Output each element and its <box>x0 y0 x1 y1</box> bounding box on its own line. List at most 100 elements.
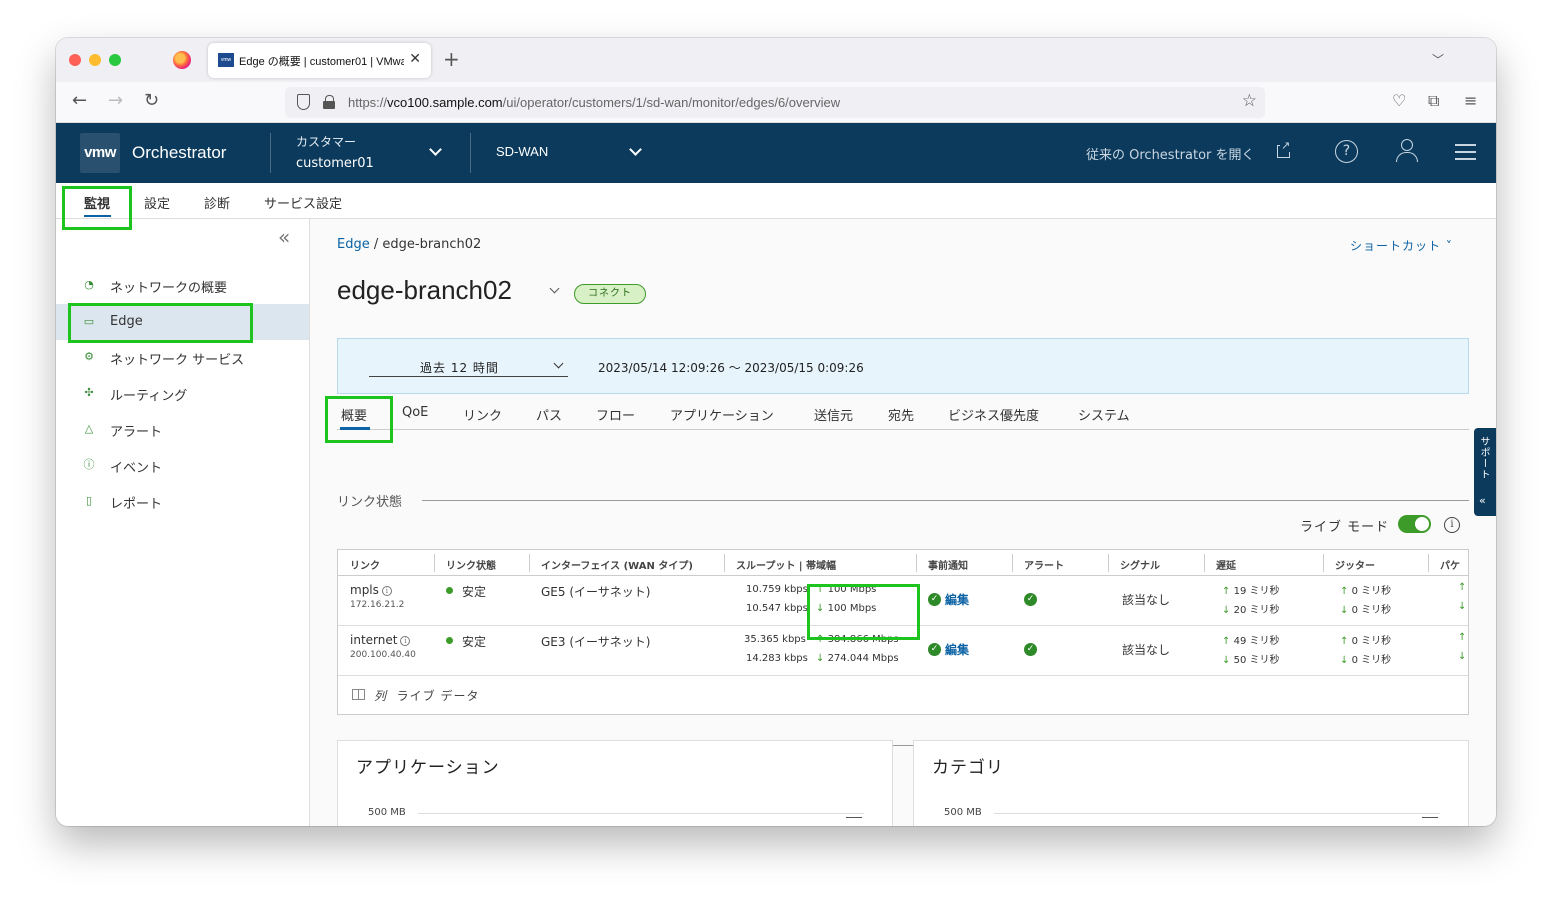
tab-system[interactable]: システム <box>1078 405 1130 424</box>
report-icon: ▯ <box>85 494 93 507</box>
tab-destinations[interactable]: 宛先 <box>888 405 914 424</box>
back-icon[interactable]: ← <box>72 91 87 111</box>
edit-link[interactable]: 編集 <box>945 641 969 658</box>
subnav-configure[interactable]: 設定 <box>144 193 170 212</box>
tab-qoe[interactable]: QoE <box>402 405 428 420</box>
sidebar-item-network-services[interactable]: ⚙ ネットワーク サービス <box>56 339 309 375</box>
product-chevron-down-icon[interactable] <box>629 143 642 156</box>
status-dot-icon <box>446 587 453 594</box>
tab-flows[interactable]: フロー <box>596 405 635 424</box>
jitter-down: ↓ 0 ミリ秒 <box>1340 651 1391 666</box>
column-header-interface[interactable]: インターフェイス (WAN タイプ) <box>541 557 693 572</box>
pocket-icon[interactable]: ♡ <box>1392 91 1406 110</box>
tab-business-priority[interactable]: ビジネス優先度 <box>948 405 1039 424</box>
column-header-packet-loss[interactable]: パケ <box>1440 557 1460 572</box>
card-axis-label: 500 MB <box>368 807 406 818</box>
customer-select[interactable]: customer01 <box>296 156 374 171</box>
grid-header: リンク リンク状態 インターフェイス (WAN タイプ) スループット | 帯域… <box>338 550 1468 576</box>
card-mark <box>1422 817 1438 818</box>
sidebar-item-routing[interactable]: ✣ ルーティング <box>56 375 309 411</box>
arrow-down-icon: ↓ <box>1340 605 1349 616</box>
info-icon[interactable]: i <box>1444 517 1460 533</box>
forward-icon[interactable]: → <box>108 91 123 111</box>
column-header-preemptive[interactable]: 事前通知 <box>928 557 968 572</box>
sub-navigation: 監視 設定 診断 サービス設定 <box>56 183 1496 219</box>
browser-menu-icon[interactable]: ≡ <box>1464 91 1477 110</box>
column-header-link-state[interactable]: リンク状態 <box>446 557 496 572</box>
section-divider <box>422 500 1469 501</box>
check-circle-icon: ✓ <box>928 593 941 606</box>
breadcrumb-current: edge-branch02 <box>382 237 482 252</box>
tab-close-icon[interactable]: ✕ <box>409 51 421 67</box>
status-badge: コネクト <box>574 284 646 304</box>
columns-label[interactable]: 列 <box>374 689 387 703</box>
product-select[interactable]: SD-WAN <box>496 144 548 159</box>
applications-card: アプリケーション 500 MB <box>337 740 893 826</box>
tab-sources[interactable]: 送信元 <box>814 405 853 424</box>
reload-icon[interactable]: ↻ <box>144 91 159 111</box>
browser-window: vmw Edge の概要 | customer01 | VMware ✕ + ﹀… <box>56 38 1496 826</box>
column-header-link[interactable]: リンク <box>350 557 380 572</box>
lock-icon[interactable] <box>323 95 335 109</box>
link-status-title: リンク状態 <box>337 495 403 510</box>
sidebar-item-events[interactable]: ⓘ イベント <box>56 447 309 483</box>
live-mode-toggle[interactable] <box>1398 515 1431 533</box>
browser-tab[interactable]: vmw Edge の概要 | customer01 | VMware ✕ <box>208 43 431 78</box>
sidebar-item-label: ネットワーク サービス <box>110 353 245 368</box>
tab-paths[interactable]: パス <box>536 405 562 424</box>
card-title: アプリケーション <box>356 758 500 778</box>
info-icon[interactable]: i <box>400 636 411 646</box>
info-icon[interactable]: i <box>381 586 392 596</box>
bandwidth-down-text: 274.044 Mbps <box>827 653 899 664</box>
window-minimize-button[interactable] <box>89 54 101 66</box>
sidebar-item-alerts[interactable]: △ アラート <box>56 411 309 447</box>
arrow-up-icon: ↑ <box>1340 586 1349 597</box>
tab-list-chevron-icon[interactable]: ﹀ <box>1432 51 1444 68</box>
url-bar[interactable]: https://vco100.sample.com/ui/operator/cu… <box>285 87 1265 118</box>
hamburger-menu-icon[interactable] <box>1455 144 1476 160</box>
column-header-throughput[interactable]: スループット | 帯域幅 <box>736 557 836 572</box>
column-header-jitter[interactable]: ジッター <box>1335 557 1375 572</box>
columns-icon[interactable] <box>352 689 365 700</box>
live-data-label: ライブ データ <box>396 689 480 703</box>
column-separator <box>1428 554 1429 572</box>
breadcrumb-edge-link[interactable]: Edge <box>337 237 370 252</box>
external-link-icon[interactable] <box>1277 139 1292 158</box>
column-header-alerts[interactable]: アラート <box>1024 557 1064 572</box>
new-tab-icon[interactable]: + <box>443 48 460 70</box>
support-tab[interactable]: サポート « <box>1474 428 1496 516</box>
bookmark-star-icon[interactable]: ☆ <box>1242 91 1257 111</box>
sidebar-item-network-overview[interactable]: ◔ ネットワークの概要 <box>56 267 309 303</box>
arrow-up-icon: ↑ <box>1340 636 1349 647</box>
throughput-down: 14.283 kbps <box>746 653 808 664</box>
tracking-shield-icon[interactable] <box>297 94 310 110</box>
overview-tabs: 概要 QoE リンク パス フロー アプリケーション 送信元 宛先 ビジネス優先… <box>337 394 1469 430</box>
link-name[interactable]: internet i <box>350 633 411 647</box>
legacy-orchestrator-link[interactable]: 従来の Orchestrator を開く <box>1086 144 1255 163</box>
url-text[interactable]: https://vco100.sample.com/ui/operator/cu… <box>348 95 840 110</box>
subnav-service-settings[interactable]: サービス設定 <box>264 193 342 212</box>
subnav-diagnostics[interactable]: 診断 <box>204 193 230 212</box>
vmware-logo: vmw <box>80 133 120 173</box>
collapse-sidebar-icon[interactable]: « <box>278 227 290 247</box>
highlight-box-bandwidth <box>807 584 920 640</box>
highlight-box-monitor <box>62 186 132 230</box>
window-zoom-button[interactable] <box>109 54 121 66</box>
sidebar-item-reports[interactable]: ▯ レポート <box>56 483 309 519</box>
card-gridline <box>994 813 1440 814</box>
extensions-icon[interactable]: ⧉ <box>1428 91 1439 111</box>
column-separator <box>529 554 530 572</box>
column-header-latency[interactable]: 遅延 <box>1216 557 1236 572</box>
link-name[interactable]: mpls i <box>350 583 392 597</box>
user-icon[interactable] <box>1396 139 1418 163</box>
window-close-button[interactable] <box>69 54 81 66</box>
tab-applications[interactable]: アプリケーション <box>670 405 774 424</box>
column-header-signal[interactable]: シグナル <box>1120 557 1160 572</box>
tab-links[interactable]: リンク <box>463 405 502 424</box>
customer-chevron-down-icon[interactable] <box>429 143 442 156</box>
edge-select-chevron-icon[interactable] <box>549 283 560 294</box>
shortcut-menu[interactable]: ショートカット ˅ <box>1350 237 1453 254</box>
edit-link[interactable]: 編集 <box>945 591 969 608</box>
help-icon[interactable]: ? <box>1335 140 1358 163</box>
time-range-select[interactable]: 過去 12 時間 <box>369 357 568 377</box>
